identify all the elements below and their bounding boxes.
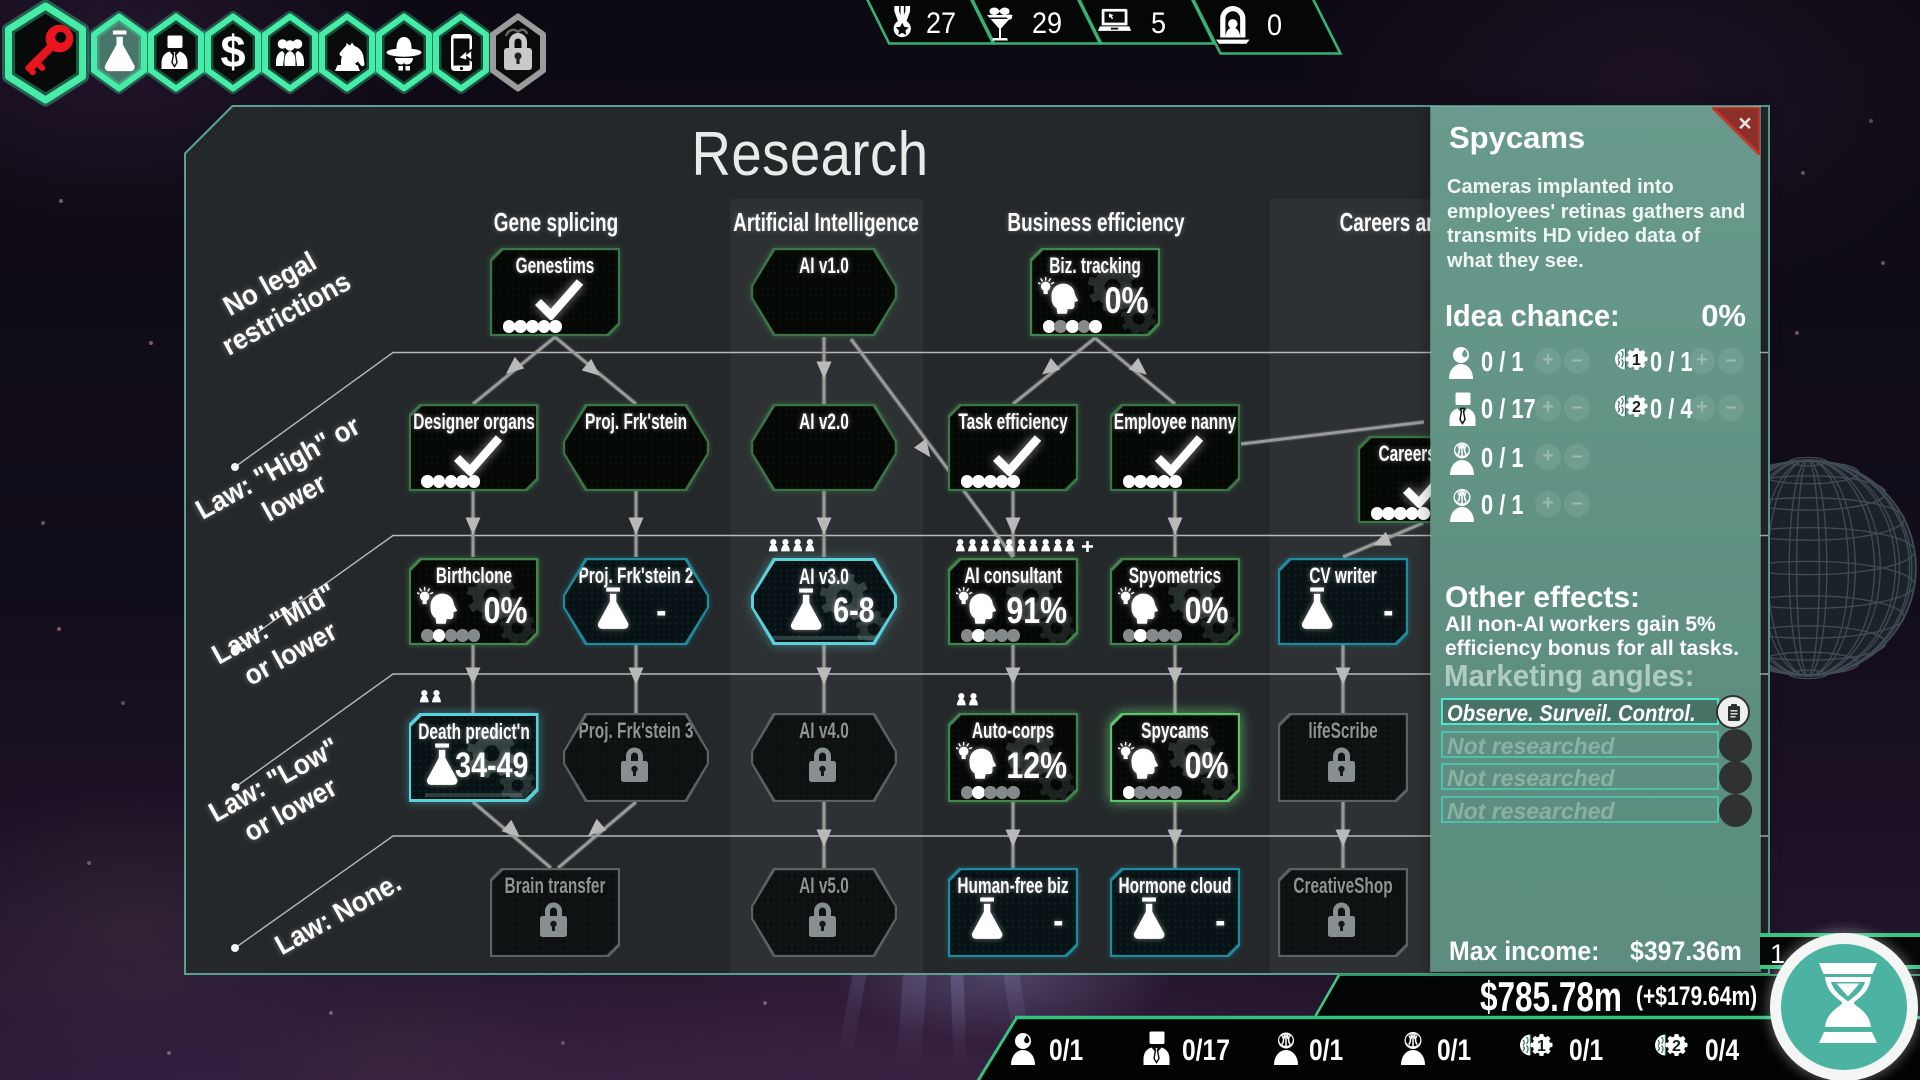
svg-text:×: × (1738, 110, 1751, 136)
svg-text:1: 1 (1632, 352, 1641, 369)
svg-text:2: 2 (1672, 1038, 1681, 1055)
svg-text:2: 2 (1632, 399, 1641, 416)
svg-text:1: 1 (1537, 1038, 1546, 1055)
